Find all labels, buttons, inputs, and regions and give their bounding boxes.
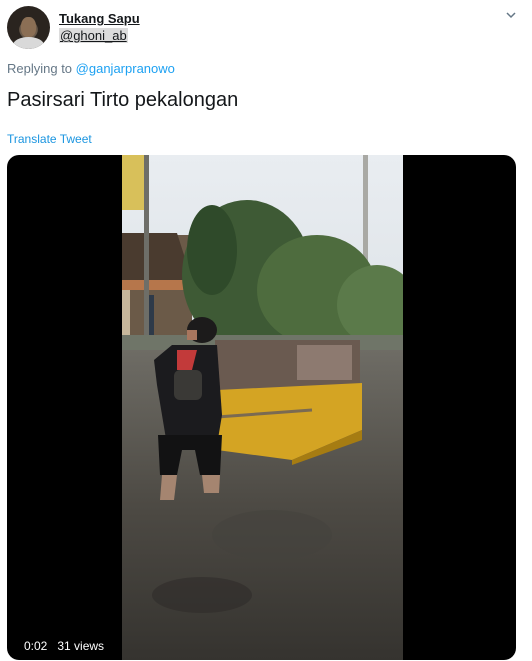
video-views: 31 views: [57, 639, 105, 653]
video-frame: [122, 155, 403, 660]
avatar-shirt: [13, 37, 44, 49]
translate-tweet-link[interactable]: Translate Tweet: [7, 132, 92, 146]
avatar-face: [21, 17, 36, 37]
chevron-down-icon[interactable]: [506, 10, 516, 20]
user-handle[interactable]: @ghoni_ab: [59, 28, 128, 43]
display-name[interactable]: Tukang Sapu: [59, 11, 140, 26]
video-stats-badge: 0:02 31 views: [18, 637, 111, 655]
video-player[interactable]: 0:02 31 views: [7, 155, 516, 660]
tweet-text: Pasirsari Tirto pekalongan: [7, 89, 239, 111]
reply-context: Replying to @ganjarpranowo: [7, 61, 175, 76]
reply-mention[interactable]: @ganjarpranowo: [76, 61, 175, 76]
video-time: 0:02: [24, 639, 48, 653]
reply-prefix: Replying to: [7, 61, 73, 76]
avatar[interactable]: [7, 6, 50, 49]
